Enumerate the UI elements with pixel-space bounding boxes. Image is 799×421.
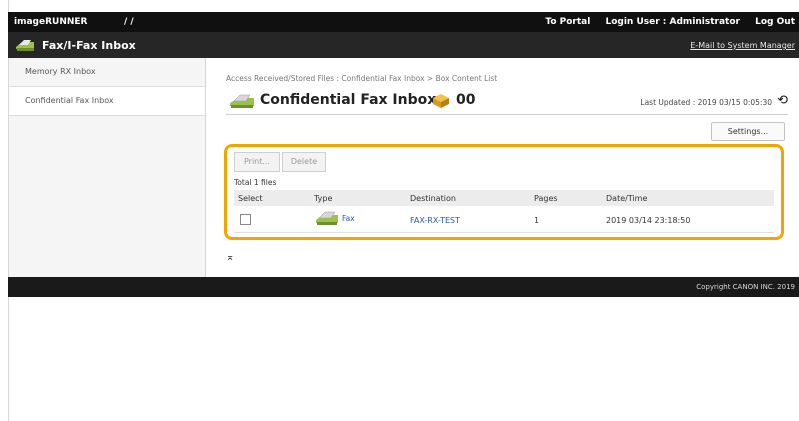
brand-suffix: / / <box>124 17 134 27</box>
page-heading: Confidential Fax Inbox 00 Last Updated :… <box>226 90 796 112</box>
pager-first-icon[interactable]: ⌅ <box>226 252 234 263</box>
top-links: To Portal Login User : Administrator Log… <box>533 17 795 27</box>
box-number: 00 <box>456 92 476 108</box>
fax-machine-icon[interactable] <box>314 210 340 226</box>
heading-divider <box>226 114 788 115</box>
table-row: Fax FAX-RX-TEST 1 2019 03/14 23:18:50 <box>234 206 774 233</box>
function-title-bar: Fax/I-Fax Inbox E-Mail to System Manager <box>8 32 799 58</box>
table-header: Select Type Destination Pages Date/Time <box>234 190 774 206</box>
function-title: Fax/I-Fax Inbox <box>42 39 136 52</box>
refresh-icon[interactable]: ⟲ <box>777 93 788 108</box>
fax-machine-icon <box>16 40 34 51</box>
select-checkbox[interactable] <box>240 214 251 225</box>
sidebar-item-memory-rx-inbox[interactable]: Memory RX Inbox <box>9 58 205 87</box>
delete-button[interactable]: Delete <box>282 152 326 172</box>
datetime-value: 2019 03/14 23:18:50 <box>606 216 691 225</box>
brand-name: imageRUNNER <box>14 17 88 27</box>
top-bar: imageRUNNER / / To Portal Login User : A… <box>8 12 799 32</box>
logout-link[interactable]: Log Out <box>755 17 795 27</box>
pages-value: 1 <box>534 216 540 225</box>
destination-link[interactable]: FAX-RX-TEST <box>410 216 460 225</box>
print-button[interactable]: Print... <box>234 152 280 172</box>
total-files: Total 1 files <box>234 178 277 187</box>
column-header-select: Select <box>238 194 263 203</box>
login-user-label: Login User : Administrator <box>605 17 740 27</box>
main-content: Access Received/Stored Files : Confident… <box>206 58 799 277</box>
settings-button[interactable]: Settings... <box>711 122 785 141</box>
footer-bar: Copyright CANON INC. 2019 <box>8 277 799 297</box>
box-icon <box>433 94 449 108</box>
column-header-pages: Pages <box>534 194 558 203</box>
page-title: Confidential Fax Inbox <box>260 92 437 108</box>
last-updated: Last Updated : 2019 03/15 0:05:30 <box>640 98 772 107</box>
to-portal-link[interactable]: To Portal <box>545 17 590 27</box>
file-type-link[interactable]: Fax <box>342 214 355 223</box>
column-header-datetime: Date/Time <box>606 194 648 203</box>
copyright: Copyright CANON INC. 2019 <box>696 283 795 291</box>
column-header-destination: Destination <box>410 194 456 203</box>
column-header-type: Type <box>314 194 333 203</box>
sidebar-item-confidential-fax-inbox[interactable]: Confidential Fax Inbox <box>9 87 205 116</box>
email-system-manager-link[interactable]: E-Mail to System Manager <box>690 41 795 50</box>
sidebar: Memory RX Inbox Confidential Fax Inbox <box>9 58 206 277</box>
file-table: Select Type Destination Pages Date/Time … <box>234 190 774 233</box>
fax-machine-icon <box>230 94 254 108</box>
breadcrumb: Access Received/Stored Files : Confident… <box>226 74 498 83</box>
